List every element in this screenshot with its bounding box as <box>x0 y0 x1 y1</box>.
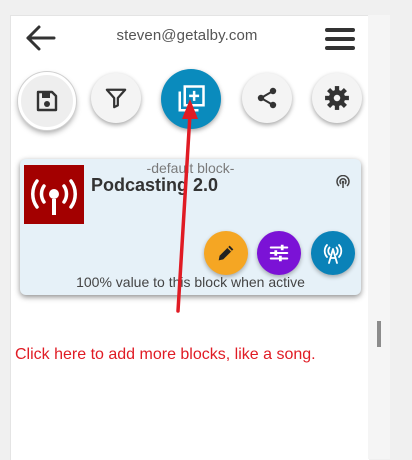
block-card[interactable]: -default block- Podcasting 2.0 100% valu… <box>20 159 361 295</box>
scroll-rail <box>368 15 390 459</box>
top-bar: steven@getalby.com <box>11 16 369 60</box>
pencil-icon <box>218 245 234 261</box>
radio-tower-icon <box>323 244 343 264</box>
gear-icon <box>325 86 349 110</box>
edit-block-button[interactable] <box>204 231 248 275</box>
share-button[interactable] <box>242 73 292 123</box>
app-panel: steven@getalby.com -default block- Podca… <box>10 15 369 460</box>
default-block-label: -default block- <box>146 160 235 176</box>
add-to-library-icon <box>178 85 205 112</box>
add-block-button[interactable] <box>161 69 221 129</box>
block-title: Podcasting 2.0 <box>91 175 219 195</box>
filter-button[interactable] <box>91 73 141 123</box>
menu-button[interactable] <box>323 25 357 53</box>
share-nodes-icon <box>257 87 277 109</box>
settings-button[interactable] <box>312 73 362 123</box>
sliders-icon <box>269 244 289 262</box>
block-value-note: 100% value to this block when active <box>76 274 305 290</box>
broadcast-block-button[interactable] <box>311 231 355 275</box>
arrow-left-icon <box>26 25 56 51</box>
tune-block-button[interactable] <box>257 231 301 275</box>
account-email: steven@getalby.com <box>116 27 258 44</box>
back-button[interactable] <box>25 24 57 52</box>
podcast-feed-icon <box>336 175 350 188</box>
save-button[interactable] <box>18 72 76 130</box>
add-block-hint: Click here to add more blocks, like a so… <box>15 346 316 363</box>
funnel-icon <box>105 88 127 109</box>
hamburger-menu-icon <box>325 28 355 50</box>
resize-handle[interactable] <box>377 321 381 347</box>
floppy-disk-icon <box>36 90 58 112</box>
